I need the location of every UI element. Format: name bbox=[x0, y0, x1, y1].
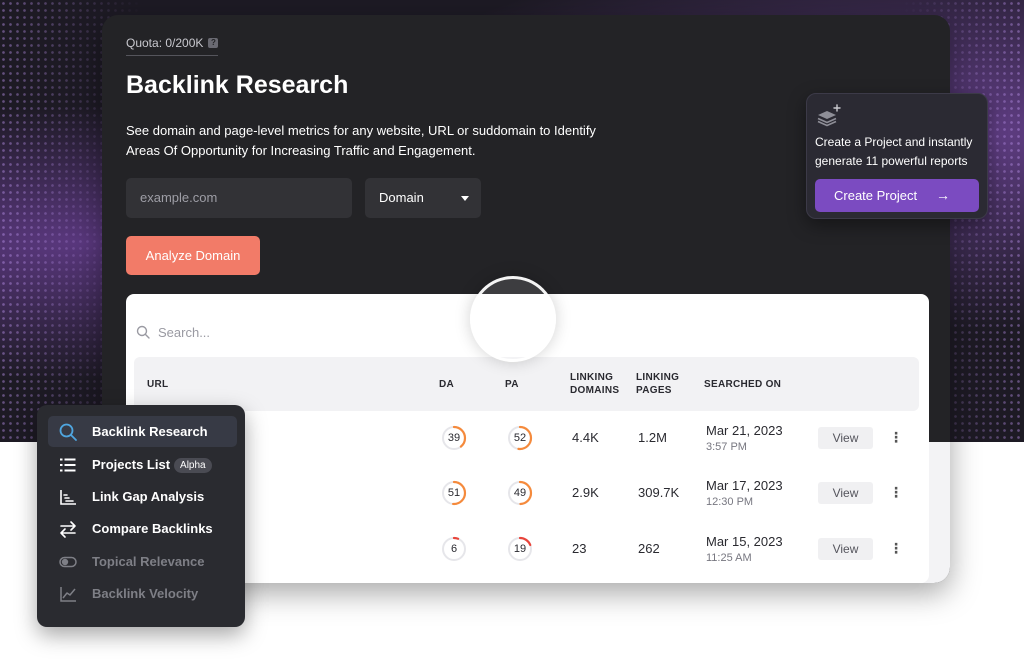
da-score-ring: 6 bbox=[441, 536, 467, 562]
menu-label-backlink-research: Backlink Research bbox=[92, 424, 208, 439]
chevron-down-icon bbox=[461, 196, 469, 201]
view-button[interactable]: View bbox=[818, 427, 873, 449]
more-options-icon[interactable]: ⋮ bbox=[889, 485, 903, 499]
more-options-icon[interactable]: ⋮ bbox=[889, 430, 903, 444]
page-title: Backlink Research bbox=[126, 71, 349, 99]
table-search-placeholder: Search... bbox=[158, 324, 211, 340]
table-row[interactable]: 6 19 23 262 Mar 15, 2023 11:25 AM View ⋮ bbox=[126, 524, 929, 579]
search-icon bbox=[59, 423, 77, 441]
table-header: URL DA PA LINKING DOMAINS LINKING PAGES … bbox=[134, 357, 919, 411]
table-search[interactable]: Search... bbox=[136, 322, 210, 342]
pa-score-ring: 19 bbox=[507, 536, 533, 562]
analyze-domain-button[interactable]: Analyze Domain bbox=[126, 236, 260, 275]
menu-label-projects-list: Projects List Alpha bbox=[92, 457, 212, 473]
quota-label: Quota: 0/200K bbox=[126, 36, 204, 50]
pa-value: 19 bbox=[513, 543, 527, 555]
da-score-ring: 39 bbox=[441, 425, 467, 451]
menu-item-link-gap-analysis[interactable]: Link Gap Analysis bbox=[48, 481, 237, 512]
searched-date: Mar 15, 2023 bbox=[706, 534, 783, 549]
linking-pages-value: 309.7K bbox=[638, 485, 680, 500]
search-icon bbox=[136, 325, 150, 339]
linking-domains-value: 2.9K bbox=[572, 485, 599, 500]
linking-domains-value: 4.4K bbox=[572, 430, 599, 445]
view-button[interactable]: View bbox=[818, 482, 873, 504]
pa-score-ring: 49 bbox=[507, 480, 533, 506]
toggle-icon bbox=[59, 556, 77, 568]
menu-label-link-gap-analysis: Link Gap Analysis bbox=[92, 489, 205, 504]
page-description: See domain and page-level metrics for an… bbox=[126, 123, 596, 158]
searched-time: 3:57 PM bbox=[706, 441, 747, 453]
header-url[interactable]: URL bbox=[147, 378, 168, 391]
header-linking-pages[interactable]: LINKING PAGES bbox=[636, 371, 686, 397]
searched-date: Mar 17, 2023 bbox=[706, 478, 783, 493]
searched-time: 11:25 AM bbox=[706, 552, 752, 564]
play-video-button[interactable] bbox=[470, 276, 556, 362]
create-project-label: Create Project bbox=[834, 188, 918, 203]
menu-item-compare-backlinks[interactable]: Compare Backlinks bbox=[48, 513, 237, 544]
table-row[interactable]: 39 52 4.4K 1.2M Mar 21, 2023 3:57 PM View ⋮ bbox=[126, 413, 929, 468]
create-project-promo: Create a Project and instantly generate … bbox=[806, 93, 988, 219]
play-icon bbox=[508, 308, 527, 332]
linking-pages-value: 262 bbox=[638, 541, 660, 556]
promo-text: Create a Project and instantly generate … bbox=[815, 135, 973, 168]
da-value: 51 bbox=[447, 487, 461, 499]
header-pa[interactable]: PA bbox=[505, 378, 519, 391]
table-row[interactable]: 51 49 2.9K 309.7K Mar 17, 2023 12:30 PM View ⋮ bbox=[126, 468, 929, 523]
linking-pages-value: 1.2M bbox=[638, 430, 667, 445]
layers-plus-icon bbox=[817, 104, 841, 127]
searched-time: 12:30 PM bbox=[706, 496, 754, 508]
trend-chart-icon bbox=[60, 587, 76, 602]
tools-menu: Backlink Research Projects List Alpha Lin… bbox=[37, 405, 245, 627]
projects-list-text: Projects List bbox=[92, 456, 171, 472]
menu-item-topical-relevance: Topical Relevance bbox=[48, 546, 237, 577]
header-searched-on[interactable]: SEARCHED ON bbox=[704, 378, 781, 391]
alpha-badge: Alpha bbox=[174, 457, 212, 473]
list-icon bbox=[60, 458, 76, 472]
quota-indicator: Quota: 0/200K ? bbox=[126, 36, 219, 56]
create-project-button[interactable]: Create Project → bbox=[815, 179, 979, 212]
header-linking-domains[interactable]: LINKING DOMAINS bbox=[570, 371, 630, 397]
da-value: 6 bbox=[450, 543, 458, 555]
view-button[interactable]: View bbox=[818, 538, 873, 560]
domain-input[interactable]: example.com bbox=[126, 178, 352, 218]
searched-date: Mar 21, 2023 bbox=[706, 423, 783, 438]
help-icon[interactable]: ? bbox=[208, 38, 219, 48]
pa-value: 49 bbox=[513, 487, 527, 499]
more-options-icon[interactable]: ⋮ bbox=[889, 541, 903, 555]
pa-value: 52 bbox=[513, 432, 527, 444]
gap-chart-icon bbox=[60, 490, 76, 505]
arrow-right-icon: → bbox=[936, 187, 950, 203]
menu-item-backlink-research[interactable]: Backlink Research bbox=[48, 416, 237, 447]
swap-arrows-icon bbox=[60, 521, 76, 538]
menu-item-backlink-velocity: Backlink Velocity bbox=[48, 578, 237, 609]
menu-label-backlink-velocity: Backlink Velocity bbox=[92, 586, 199, 601]
domain-type-value: Domain bbox=[379, 190, 424, 205]
pa-score-ring: 52 bbox=[507, 425, 533, 451]
domain-type-select[interactable]: Domain bbox=[365, 178, 481, 218]
da-value: 39 bbox=[447, 432, 461, 444]
header-da[interactable]: DA bbox=[439, 378, 454, 391]
menu-label-compare-backlinks: Compare Backlinks bbox=[92, 521, 213, 536]
linking-domains-value: 23 bbox=[572, 541, 587, 556]
menu-item-projects-list[interactable]: Projects List Alpha bbox=[48, 449, 237, 480]
menu-label-topical-relevance: Topical Relevance bbox=[92, 554, 205, 569]
da-score-ring: 51 bbox=[441, 480, 467, 506]
